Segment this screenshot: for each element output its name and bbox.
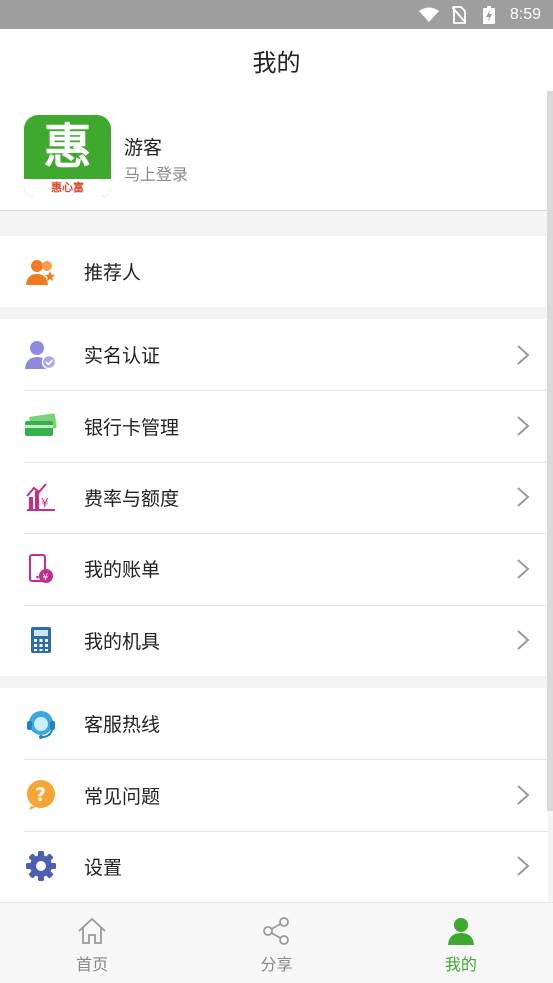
- chevron-right-icon: [517, 344, 530, 365]
- chevron-right-icon: [517, 559, 530, 579]
- menu-item-bills[interactable]: ¥ 我的账单: [0, 533, 548, 604]
- bank-card-icon: [24, 409, 58, 443]
- menu-label: 我的账单: [84, 559, 161, 582]
- user-check-icon: [24, 338, 58, 372]
- menu-item-hotline[interactable]: 客服热线: [0, 688, 548, 759]
- tab-label: 我的: [444, 955, 477, 974]
- menu-label: 常见问题: [84, 785, 161, 808]
- tab-share[interactable]: 分享: [184, 903, 368, 983]
- people-star-icon: [24, 255, 58, 289]
- logo-char: 惠: [43, 119, 92, 175]
- menu-label: 设置: [84, 856, 123, 879]
- chevron-right-icon: [517, 487, 530, 508]
- tab-home[interactable]: 首页: [0, 903, 184, 983]
- content-scroll[interactable]: 惠 惠心富 游客 马上登录 推荐人 实名认证 银行卡管理 ¥ 费率与额度 ¥ 我…: [0, 91, 553, 902]
- no-sim-icon: [448, 5, 470, 24]
- app-logo: 惠 惠心富: [24, 115, 111, 197]
- menu-item-referrer[interactable]: 推荐人: [0, 236, 548, 307]
- svg-text:¥: ¥: [43, 573, 49, 583]
- user-name: 游客: [124, 137, 163, 159]
- menu-item-devices[interactable]: 我的机具: [0, 604, 548, 676]
- profile-card[interactable]: 惠 惠心富 游客 马上登录: [0, 91, 548, 211]
- logo-text: 惠心富: [24, 179, 111, 197]
- menu-item-settings[interactable]: 设置: [0, 830, 548, 902]
- support-group: 客服热线 ? 常见问题 设置: [0, 688, 548, 902]
- person-icon: [445, 915, 477, 947]
- headset-icon: [24, 707, 58, 741]
- tab-label: 分享: [260, 955, 293, 974]
- referrer-group: 推荐人: [0, 236, 548, 308]
- menu-item-bank-cards[interactable]: 银行卡管理: [0, 390, 548, 461]
- svg-text:¥: ¥: [41, 496, 49, 510]
- share-icon: [260, 915, 292, 947]
- menu-item-rates[interactable]: ¥ 费率与额度: [0, 461, 548, 533]
- menu-label: 推荐人: [84, 262, 142, 285]
- login-link[interactable]: 马上登录: [124, 161, 188, 185]
- status-bar: 8:59: [0, 0, 553, 29]
- battery-charging-icon: [478, 5, 500, 24]
- gear-icon: [24, 849, 58, 883]
- account-group: 实名认证 银行卡管理 ¥ 费率与额度 ¥ 我的账单 我的机具: [0, 319, 548, 676]
- status-time: 8:59: [509, 5, 541, 23]
- home-icon: [76, 915, 108, 947]
- question-icon: ?: [24, 778, 58, 812]
- chevron-right-icon: [517, 416, 530, 436]
- menu-label: 客服热线: [84, 714, 161, 737]
- chevron-right-icon: [517, 785, 530, 805]
- tab-label: 首页: [76, 955, 109, 974]
- menu-label: 我的机具: [84, 630, 161, 653]
- menu-label: 费率与额度: [84, 487, 180, 510]
- menu-item-verify[interactable]: 实名认证: [0, 319, 548, 390]
- page-title: 我的: [252, 48, 301, 77]
- title-bar: 我的: [0, 29, 553, 91]
- wifi-icon: [418, 6, 440, 24]
- tab-mine[interactable]: 我的: [369, 903, 553, 983]
- scrollbar[interactable]: [547, 91, 553, 811]
- calculator-icon: [24, 623, 58, 657]
- svg-text:?: ?: [35, 784, 46, 806]
- chart-yen-icon: ¥: [24, 480, 58, 514]
- menu-item-faq[interactable]: ? 常见问题: [0, 759, 548, 830]
- menu-label: 实名认证: [84, 345, 161, 368]
- chevron-right-icon: [517, 630, 530, 650]
- chevron-right-icon: [517, 856, 530, 877]
- bottom-tab-bar: 首页 分享 我的: [0, 902, 553, 983]
- menu-label: 银行卡管理: [84, 416, 180, 439]
- phone-yen-icon: ¥: [24, 552, 58, 586]
